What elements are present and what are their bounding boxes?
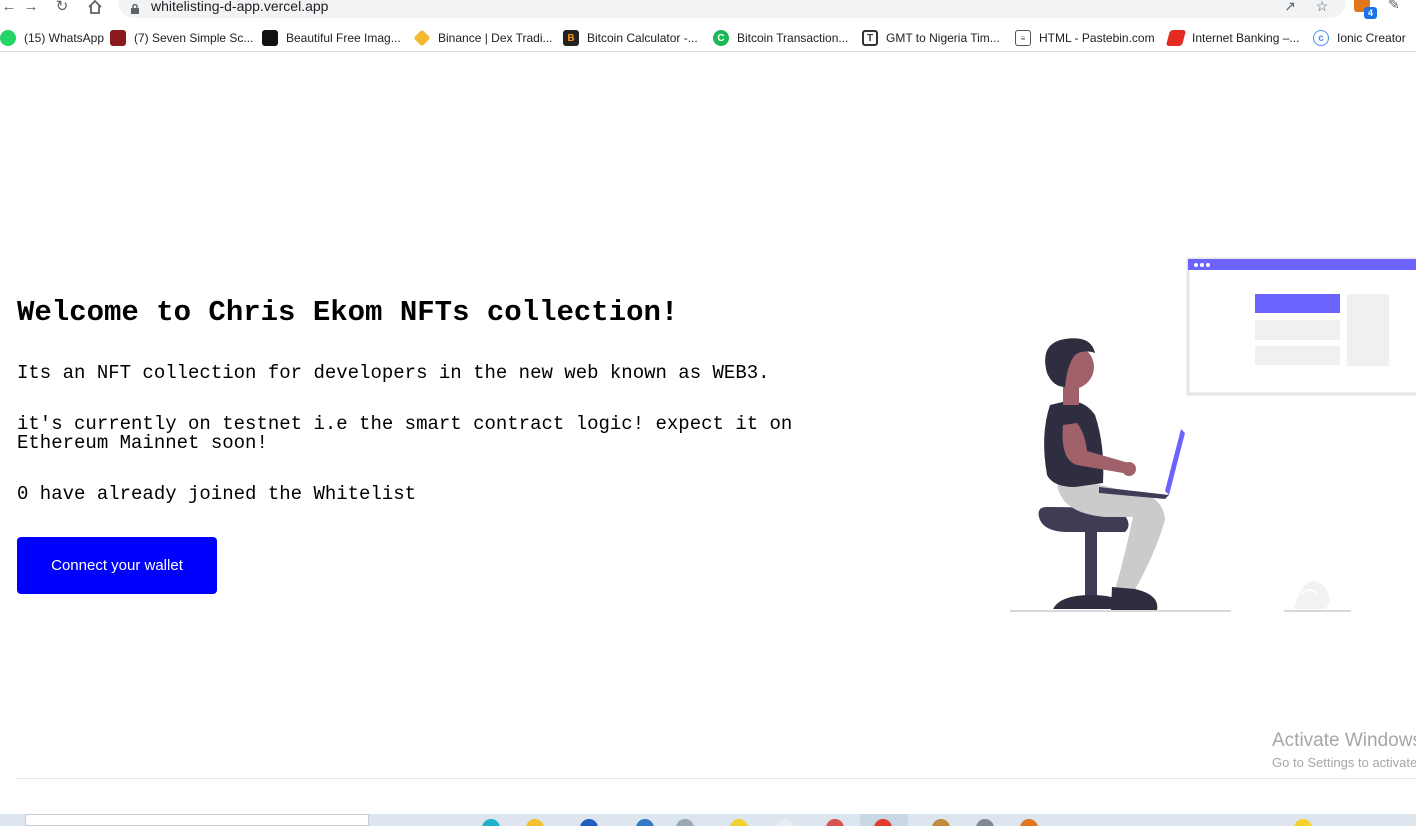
testnet-note: it's currently on testnet i.e the smart … [17, 413, 793, 454]
taskbar-app-icon[interactable] [676, 819, 694, 826]
eyedropper-extension-icon[interactable]: ✎ [1388, 0, 1404, 12]
bookmark-star-icon[interactable]: ☆ [1314, 0, 1330, 14]
bookmark-bitcoin-transaction[interactable]: C Bitcoin Transaction... [713, 27, 848, 49]
taskbar-app-icon[interactable] [976, 819, 994, 826]
reload-icon[interactable]: ↻ [53, 0, 71, 16]
extension-badge: 4 [1364, 7, 1377, 19]
whatsapp-icon [0, 30, 16, 46]
taskbar-tray-icon[interactable] [1294, 819, 1312, 826]
browser-window-graphic [1186, 257, 1416, 396]
bookmark-label: (15) WhatsApp [24, 31, 105, 45]
connect-wallet-button[interactable]: Connect your wallet [17, 537, 217, 594]
taskbar-search-box[interactable] [25, 814, 369, 826]
bookmark-label: GMT to Nigeria Tim... [886, 31, 1000, 45]
bookmark-label: Ionic Creator [1337, 31, 1406, 45]
seven-simple-icon [110, 30, 126, 46]
person-graphic [1044, 338, 1165, 610]
pastebin-icon: ≡ [1015, 30, 1031, 46]
bookmark-seven-simple[interactable]: (7) Seven Simple Sc... [110, 27, 253, 49]
bookmark-label: HTML - Pastebin.com [1039, 31, 1155, 45]
forward-icon[interactable]: → [22, 0, 40, 16]
taskbar-app-icon[interactable] [776, 819, 794, 826]
ionic-icon: c [1313, 30, 1329, 46]
whitelist-count: 0 have already joined the Whitelist [17, 483, 417, 505]
collection-description: Its an NFT collection for developers in … [17, 362, 770, 384]
page-title: Welcome to Chris Ekom NFTs collection! [17, 296, 679, 329]
bookmark-pastebin[interactable]: ≡ HTML - Pastebin.com [1015, 27, 1155, 49]
bookmark-whatsapp[interactable]: (15) WhatsApp [0, 27, 104, 49]
bookmark-label: Beautiful Free Imag... [286, 31, 401, 45]
taskbar-app-icon[interactable] [1020, 819, 1038, 826]
share-icon[interactable]: ↗ [1282, 0, 1298, 14]
bookmark-internet-banking[interactable]: Internet Banking –... [1165, 27, 1300, 49]
lock-icon[interactable] [130, 1, 140, 14]
binance-icon [413, 29, 431, 47]
back-icon[interactable]: ← [0, 0, 18, 16]
home-icon[interactable] [86, 0, 104, 16]
bookmark-bitcoin-calculator[interactable]: B Bitcoin Calculator -... [563, 27, 698, 49]
taskbar-app-icon[interactable] [580, 819, 598, 826]
activate-windows-subtitle: Go to Settings to activate Windows. [1272, 755, 1416, 770]
bookmark-label: Binance | Dex Tradi... [438, 31, 553, 45]
browser-toolbar: ← → ↻ whitelisting-d-app.vercel.app ↗ ☆ … [0, 0, 1416, 20]
bookmark-gmt-nigeria[interactable]: T GMT to Nigeria Tim... [862, 27, 1000, 49]
bookmark-label: Bitcoin Transaction... [737, 31, 849, 45]
bookmark-unsplash[interactable]: Beautiful Free Imag... [262, 27, 401, 49]
bank-icon [1165, 30, 1187, 46]
developer-illustration [1005, 255, 1416, 615]
taskbar-app-icon[interactable] [636, 819, 654, 826]
bookmark-label: (7) Seven Simple Sc... [134, 31, 254, 45]
bookmark-label: Internet Banking –... [1192, 31, 1300, 45]
url-text[interactable]: whitelisting-d-app.vercel.app [151, 0, 328, 14]
taskbar-app-icon[interactable] [826, 819, 844, 826]
footer-divider [16, 778, 1416, 779]
taskbar-app-icon[interactable] [730, 819, 748, 826]
bookmarks-bar: (15) WhatsApp (7) Seven Simple Sc... Bea… [0, 24, 1416, 52]
developer-illustration-svg [1010, 257, 1416, 612]
time-converter-icon: T [862, 30, 878, 46]
taskbar-app-icon[interactable] [482, 819, 500, 826]
windows-taskbar [0, 814, 1416, 826]
calculator-icon: B [563, 30, 579, 46]
bookmark-binance[interactable]: Binance | Dex Tradi... [413, 27, 553, 49]
transaction-icon: C [713, 30, 729, 46]
bookmark-label: Bitcoin Calculator -... [587, 31, 698, 45]
taskbar-app-icon[interactable] [526, 819, 544, 826]
unsplash-icon [262, 30, 278, 46]
activate-windows-title: Activate Windows [1272, 730, 1416, 751]
taskbar-app-icon[interactable] [932, 819, 950, 826]
bookmark-ionic-creator[interactable]: c Ionic Creator [1313, 27, 1406, 49]
